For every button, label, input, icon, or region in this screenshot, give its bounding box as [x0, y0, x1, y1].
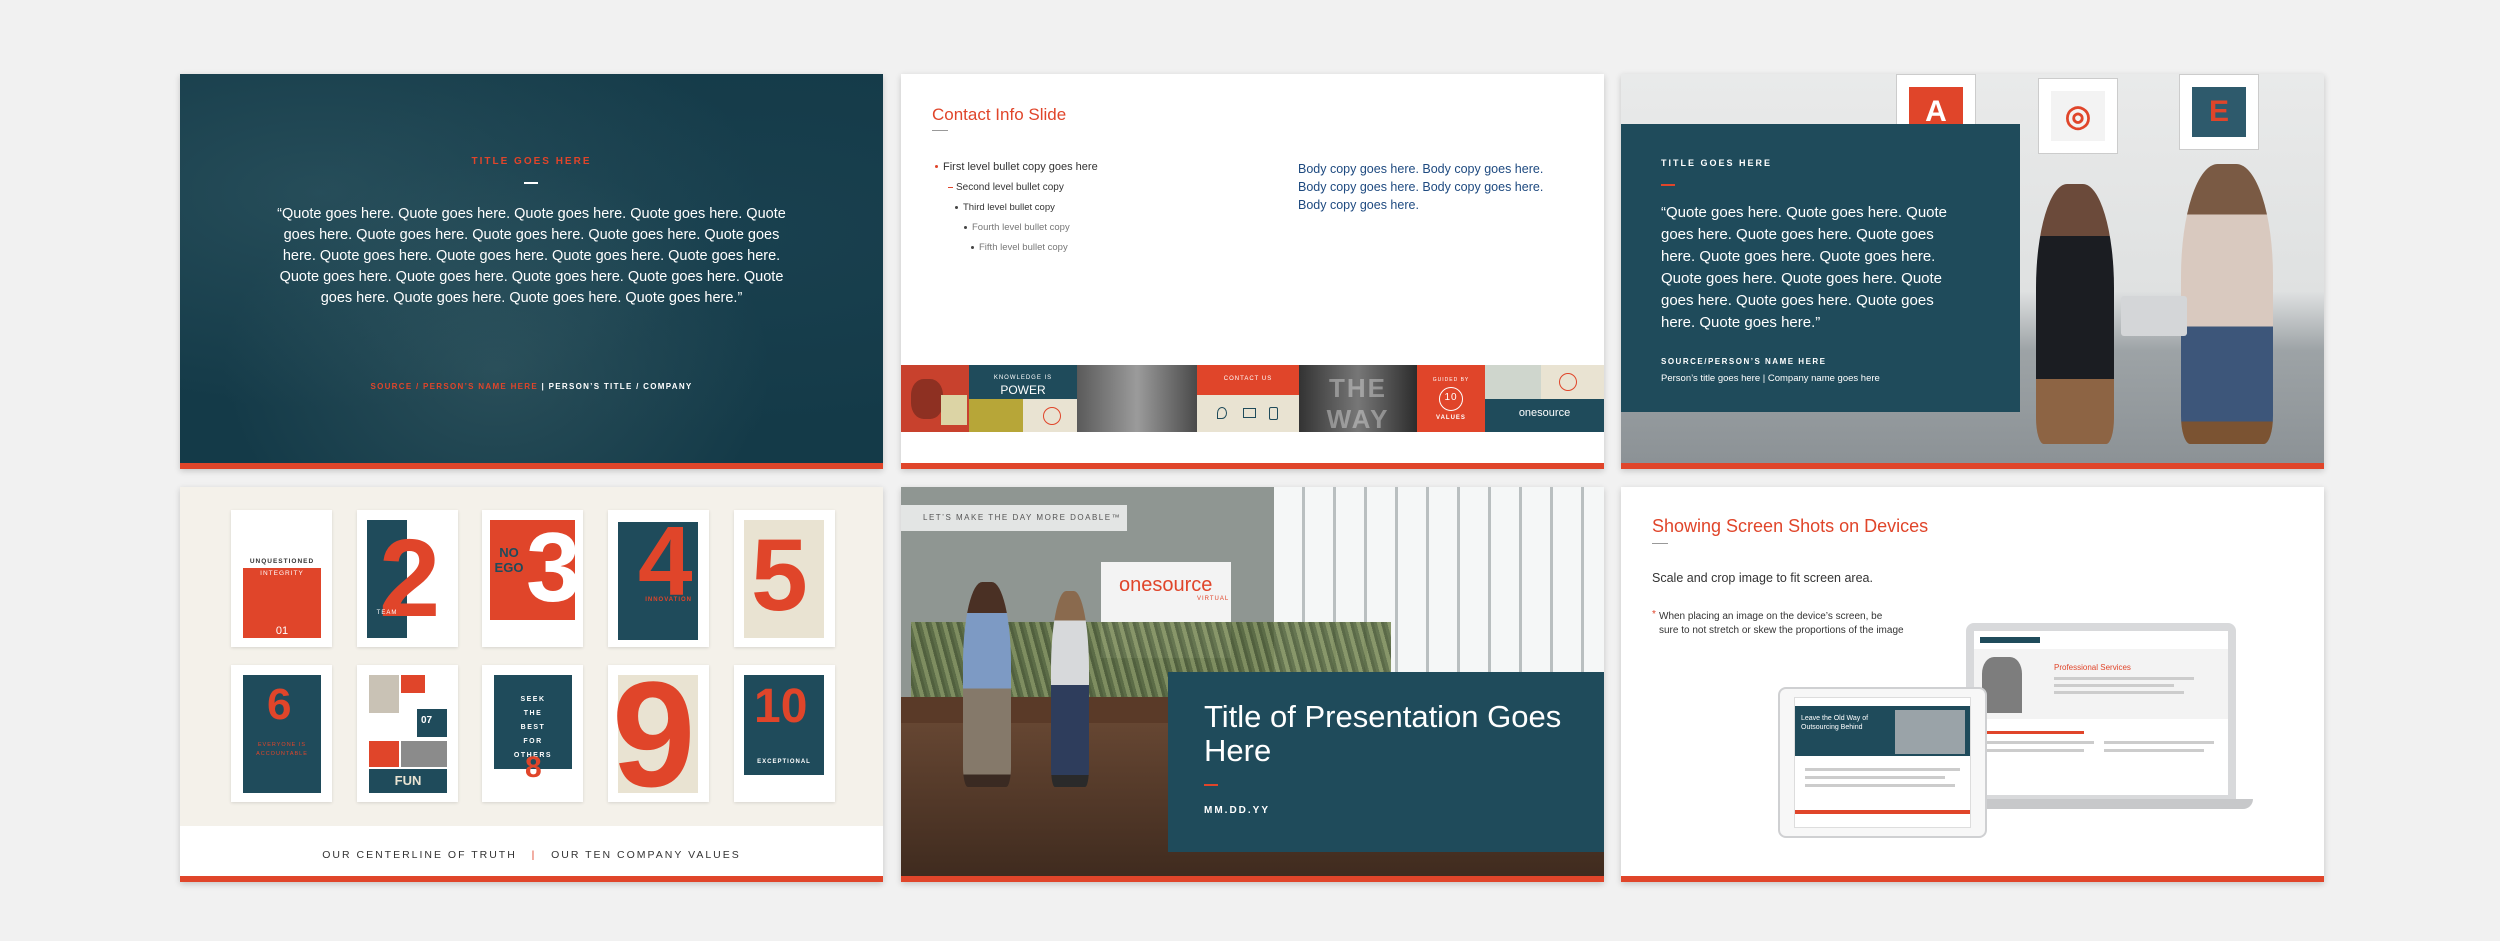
value-card-8: SEEK THE BEST FOR OTHERS 8	[482, 665, 583, 802]
bullet-level-5: Fifth level bullet copy	[971, 242, 1068, 253]
strip-tile-the-way: THE WAY	[1299, 365, 1417, 432]
wall-art-frame: ◎	[2038, 78, 2118, 154]
slide-quote-dark[interactable]: TITLE GOES HERE “Quote goes here. Quote …	[180, 74, 883, 469]
bullet-level-1: First level bullet copy goes here	[935, 161, 1098, 173]
strip-tile-contact: CONTACT US	[1197, 365, 1299, 432]
divider	[1204, 784, 1218, 786]
source-title: | PERSON’S TITLE / COMPANY	[538, 382, 693, 391]
brand-logo: onesource	[1119, 574, 1213, 596]
value-card-10: 10 EXCEPTIONAL	[734, 665, 835, 802]
mail-icon	[1243, 408, 1256, 418]
slide-quote-photo[interactable]: A ◎ E TITLE GOES HERE “Quote goes here. …	[1621, 74, 2324, 469]
value-card-4: 4 INNOVATION	[608, 510, 709, 647]
laptop-device: Professional Services	[1966, 623, 2236, 799]
strip-tile-values: GUIDED BY 10 VALUES	[1417, 365, 1485, 432]
value-card-6: 6 EVERYONE IS ACCOUNTABLE	[231, 665, 332, 802]
quote-source: SOURCE/PERSON’S NAME HERE	[1661, 357, 1827, 366]
strip-tile-photo	[901, 365, 969, 432]
slide-title: Contact Info Slide	[932, 105, 1067, 124]
quote-source: SOURCE / PERSON’S NAME HERE | PERSON’S T…	[180, 382, 883, 391]
tagline: LET’S MAKE THE DAY MORE DOABLE™	[901, 505, 1127, 531]
phone-icon	[1269, 407, 1278, 420]
slide-title-presentation[interactable]: onesource VIRTUAL LET’S MAKE THE DAY MOR…	[901, 487, 1604, 882]
person-woman	[2036, 184, 2114, 444]
brand-logo-sub: VIRTUAL	[1197, 596, 1230, 602]
avatar	[1982, 657, 2022, 713]
value-card-5: 5	[734, 510, 835, 647]
slide-company-values[interactable]: UNQUESTIONED INTEGRITY 01 2 TEAM NO EGO …	[180, 487, 883, 882]
strip-tile-brand: onesource	[1485, 365, 1604, 432]
value-card-2: 2 TEAM	[357, 510, 458, 647]
quote-source-detail: Person’s title goes here | Company name …	[1661, 373, 1880, 384]
slide-kicker: TITLE GOES HERE	[1661, 158, 1773, 168]
slide-contact-info[interactable]: Contact Info Slide First level bullet co…	[901, 74, 1604, 469]
laptop-icon	[2121, 296, 2187, 336]
strip-tile-office-photo	[1077, 365, 1197, 432]
value-card-1: UNQUESTIONED INTEGRITY 01	[231, 510, 332, 647]
laptop-screen: Professional Services	[1974, 631, 2228, 795]
intro-text: Scale and crop image to fit screen area.	[1652, 571, 1873, 585]
tablet-device: Leave the Old Way of Outsourcing Behind	[1778, 687, 1987, 838]
divider	[524, 182, 538, 184]
note-text: When placing an image on the device’s sc…	[1659, 611, 1904, 636]
accent-bar	[901, 463, 1604, 469]
brand-image-strip: KNOWLEDGE IS POWER CONTACT US THE WAY GU…	[901, 365, 1604, 432]
slide-device-screenshots[interactable]: Showing Screen Shots on Devices Scale an…	[1621, 487, 2324, 882]
quote-text: “Quote goes here. Quote goes here. Quote…	[277, 206, 786, 306]
presentation-title: Title of Presentation Goes Here	[1204, 699, 1562, 768]
bullet-level-4: Fourth level bullet copy	[964, 222, 1070, 233]
accent-bar	[180, 876, 883, 882]
person-woman	[1051, 591, 1089, 787]
slide-kicker: TITLE GOES HERE	[471, 156, 592, 167]
compass-icon	[1043, 407, 1061, 425]
quote-text: “Quote goes here. Quote goes here. Quote…	[1661, 204, 1948, 331]
badge-icon	[1559, 373, 1577, 391]
location-icon	[1217, 407, 1227, 419]
tablet-screen: Leave the Old Way of Outsourcing Behind	[1794, 697, 1971, 828]
accent-bar	[901, 876, 1604, 882]
note-asterisk: *	[1652, 609, 1656, 620]
body-copy: Body copy goes here. Body copy goes here…	[1298, 162, 1544, 212]
source-name: SOURCE / PERSON’S NAME HERE	[370, 382, 539, 391]
value-card-9: 9	[608, 659, 709, 809]
slide-title: Showing Screen Shots on Devices	[1652, 516, 1929, 536]
value-card-7: 07 FUN	[357, 665, 458, 802]
title-underline	[1652, 543, 1668, 544]
wall-art-frame: E	[2179, 74, 2259, 150]
title-underline	[932, 130, 948, 131]
brand-logo: onesource	[1518, 407, 1571, 419]
bullet-level-2: Second level bullet copy	[948, 182, 1064, 193]
accent-bar	[1621, 876, 2324, 882]
accent-bar	[1621, 463, 2324, 469]
value-card-3: NO EGO 3	[482, 510, 583, 647]
bullet-level-3: Third level bullet copy	[955, 202, 1055, 213]
presentation-date: MM.DD.YY	[1204, 805, 1270, 816]
laptop-base	[1951, 799, 2253, 809]
person-man	[2181, 164, 2273, 444]
values-footer: OUR CENTERLINE OF TRUTH | OUR TEN COMPAN…	[322, 849, 741, 861]
divider	[1661, 184, 1675, 186]
strip-tile-power: KNOWLEDGE IS POWER	[969, 365, 1077, 432]
accent-bar	[180, 463, 883, 469]
person-man	[963, 582, 1011, 787]
